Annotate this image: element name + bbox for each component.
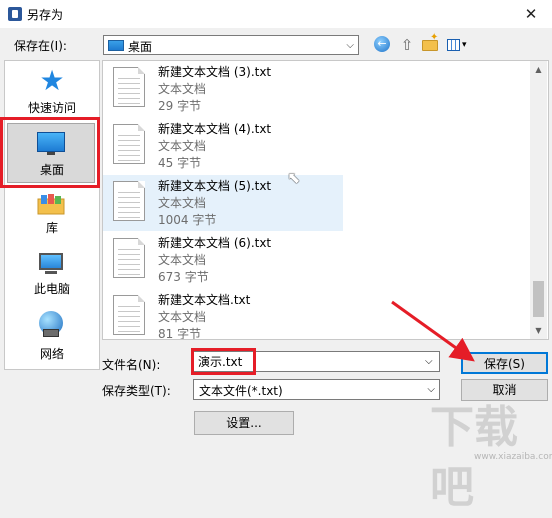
text-file-icon xyxy=(113,295,145,335)
file-item[interactable]: 新建文本文档 (6).txt 文本文档 673 字节 xyxy=(103,234,343,290)
text-file-icon xyxy=(113,238,145,278)
file-item[interactable]: 新建文本文档.txt 文本文档 81 字节 xyxy=(103,291,343,340)
file-name: 新建文本文档.txt xyxy=(158,293,251,307)
chevron-down-icon: ⌵ xyxy=(427,384,435,395)
sparkle-icon: ✦ xyxy=(430,32,439,43)
chevron-down-icon: ⌵ xyxy=(346,40,354,51)
app-icon xyxy=(8,7,22,21)
new-folder-button[interactable]: ✦ xyxy=(420,32,440,55)
place-library[interactable]: 库 xyxy=(5,189,99,239)
file-name: 新建文本文档 (5).txt xyxy=(158,179,272,193)
chevron-down-icon: ▾ xyxy=(462,40,467,50)
filename-label: 文件名(N): xyxy=(102,358,161,372)
file-type: 文本文档 xyxy=(158,196,207,210)
settings-button[interactable]: 设置... xyxy=(194,411,294,435)
up-folder-button[interactable]: ⇧ xyxy=(398,35,416,55)
scroll-up-icon[interactable]: ▲ xyxy=(530,61,547,78)
file-name: 新建文本文档 (6).txt xyxy=(158,236,272,250)
file-type: 文本文档 xyxy=(158,310,207,324)
filename-input[interactable] xyxy=(193,351,440,372)
location-value: 桌面 xyxy=(128,40,153,54)
place-label: 桌面 xyxy=(39,163,64,177)
file-list[interactable]: 新建文本文档 (3).txt 文本文档 29 字节 新建文本文档 (4).txt… xyxy=(102,60,549,340)
place-quick-access[interactable]: ★ 快速访问 xyxy=(5,65,99,121)
text-file-icon xyxy=(113,124,145,164)
desktop-icon xyxy=(108,40,124,51)
computer-base xyxy=(45,271,57,274)
place-label: 快速访问 xyxy=(27,101,76,115)
save-button[interactable]: 保存(S) xyxy=(461,352,548,374)
close-button[interactable]: ✕ xyxy=(516,2,546,26)
scroll-down-icon[interactable]: ▼ xyxy=(530,322,547,339)
save-in-label: 保存在(I): xyxy=(14,39,67,53)
file-list-scrollbar[interactable]: ▲ ▼ xyxy=(530,61,547,339)
file-name: 新建文本文档 (3).txt xyxy=(158,65,272,79)
scroll-thumb[interactable] xyxy=(533,281,544,317)
chevron-down-icon[interactable]: ⌵ xyxy=(425,352,433,372)
text-file-icon xyxy=(113,181,145,221)
place-this-pc[interactable]: 此电脑 xyxy=(5,247,99,299)
file-size: 81 字节 xyxy=(158,327,202,340)
file-type: 文本文档 xyxy=(158,139,207,153)
back-arrow-icon: ← xyxy=(374,36,390,52)
back-button[interactable]: ← xyxy=(374,35,392,55)
place-label: 网络 xyxy=(39,347,64,361)
file-item[interactable]: 新建文本文档 (3).txt 文本文档 29 字节 xyxy=(103,63,343,119)
view-menu-button[interactable]: ▾ xyxy=(446,35,474,55)
file-type: 文本文档 xyxy=(158,82,207,96)
place-label: 此电脑 xyxy=(33,282,70,296)
place-label: 库 xyxy=(45,221,58,235)
desktop-icon xyxy=(37,132,65,152)
mouse-cursor-icon: ⬉ xyxy=(287,168,301,187)
filetype-value: 文本文件(*.txt) xyxy=(199,384,283,398)
network-device-icon xyxy=(43,329,59,337)
file-size: 1004 字节 xyxy=(158,213,217,227)
places-bar: ★ 快速访问 桌面 库 此电脑 网络 xyxy=(4,60,100,370)
monitor-stand xyxy=(47,152,55,155)
view-grid-icon xyxy=(447,39,460,51)
filetype-label: 保存类型(T): xyxy=(102,384,171,398)
file-item[interactable]: 新建文本文档 (4).txt 文本文档 45 字节 xyxy=(103,120,343,176)
text-file-icon xyxy=(113,67,145,107)
location-dropdown[interactable]: 桌面 ⌵ xyxy=(103,35,359,55)
window-title: 另存为 xyxy=(27,8,64,22)
file-size: 673 字节 xyxy=(158,270,209,284)
filetype-dropdown[interactable]: 文本文件(*.txt) ⌵ xyxy=(193,379,440,400)
place-desktop[interactable]: 桌面 xyxy=(5,123,99,185)
file-item[interactable]: 新建文本文档 (5).txt 文本文档 1004 字节 xyxy=(103,175,343,231)
place-network[interactable]: 网络 xyxy=(5,307,99,363)
file-size: 29 字节 xyxy=(158,99,202,113)
computer-icon xyxy=(39,253,63,270)
library-icon xyxy=(37,194,65,215)
file-size: 45 字节 xyxy=(158,156,202,170)
title-bar: 另存为 ✕ xyxy=(0,0,552,28)
file-type: 文本文档 xyxy=(158,253,207,267)
star-icon: ★ xyxy=(39,64,65,97)
watermark-url: www.xiazaiba.com xyxy=(474,452,552,462)
file-name: 新建文本文档 (4).txt xyxy=(158,122,272,136)
